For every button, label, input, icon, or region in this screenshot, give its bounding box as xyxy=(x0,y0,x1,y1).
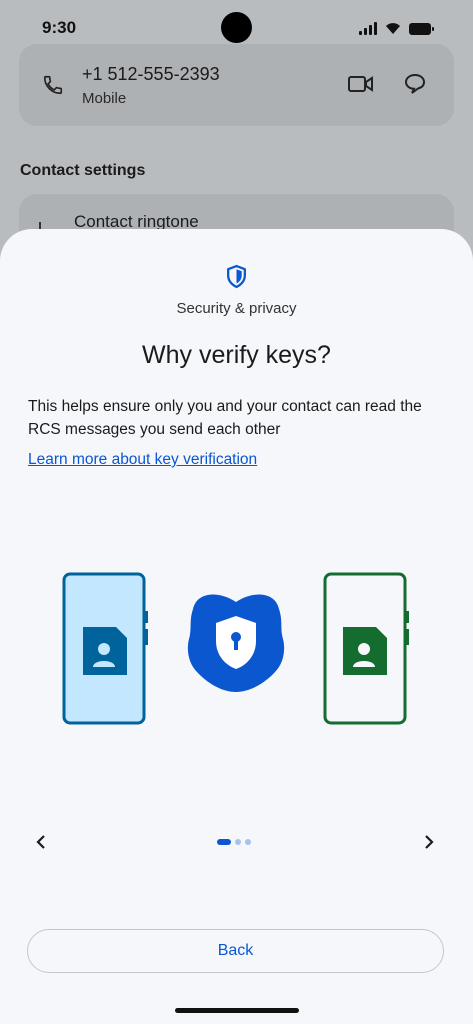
status-icons xyxy=(359,21,434,35)
phone-type-label: Mobile xyxy=(82,90,127,107)
chevron-left-icon xyxy=(36,835,45,849)
shield-icon xyxy=(227,264,246,289)
message-icon[interactable] xyxy=(403,72,427,96)
page-dot xyxy=(235,839,241,845)
camera-cutout xyxy=(221,12,252,43)
sheet-eyebrow: Security & privacy xyxy=(176,300,297,317)
video-call-icon[interactable] xyxy=(348,74,374,94)
phone-icon xyxy=(43,75,63,95)
next-page-button[interactable] xyxy=(414,827,444,857)
sheet-body-text: This helps ensure only you and your cont… xyxy=(28,398,422,438)
status-time: 9:30 xyxy=(42,18,77,37)
learn-more-link[interactable]: Learn more about key verification xyxy=(28,451,257,469)
page-dot-active xyxy=(217,839,231,845)
back-button[interactable]: Back xyxy=(27,929,444,973)
left-phone-illustration xyxy=(62,572,148,725)
phone-number: +1 512-555-2393 xyxy=(82,64,220,84)
lock-shield-icon xyxy=(187,594,285,692)
chevron-right-icon xyxy=(425,835,434,849)
phone-number-card[interactable]: +1 512-555-2393 Mobile xyxy=(19,44,454,126)
home-indicator[interactable] xyxy=(175,1008,299,1013)
cellular-signal-icon xyxy=(359,21,377,35)
battery-icon xyxy=(409,23,434,35)
key-verification-illustration xyxy=(62,572,409,725)
previous-page-button[interactable] xyxy=(26,827,56,857)
contact-settings-heading: Contact settings xyxy=(20,162,146,179)
wifi-icon xyxy=(386,23,400,34)
verify-keys-sheet: Security & privacy Why verify keys? This… xyxy=(0,229,473,1024)
right-phone-illustration xyxy=(323,572,409,725)
page-indicator xyxy=(217,839,251,845)
sheet-title: Why verify keys? xyxy=(142,341,331,369)
page-dot xyxy=(245,839,251,845)
